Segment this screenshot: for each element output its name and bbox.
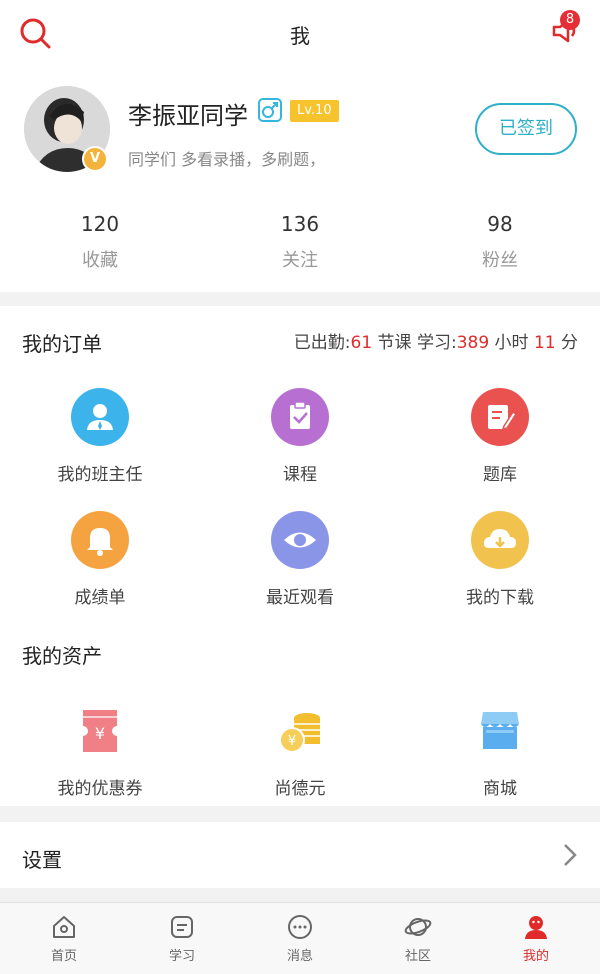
grid-item-class-teacher[interactable]: 我的班主任 bbox=[0, 388, 200, 485]
attendance-sessions: 61 bbox=[350, 333, 373, 353]
orders-title: 我的订单 bbox=[22, 332, 102, 356]
grid-item-transcript[interactable]: 成绩单 bbox=[0, 511, 200, 608]
eye-icon bbox=[271, 511, 329, 569]
stat-label: 收藏 bbox=[82, 250, 118, 271]
grid-item-label: 题库 bbox=[483, 465, 517, 485]
study-icon bbox=[171, 916, 193, 938]
checkin-button[interactable]: 已签到 bbox=[475, 103, 577, 155]
grid-item-label: 尚德元 bbox=[274, 779, 326, 799]
stat-following[interactable]: 136 关注 bbox=[200, 212, 400, 272]
svg-text:¥: ¥ bbox=[288, 734, 296, 749]
bell-icon bbox=[71, 511, 129, 569]
tab-me[interactable]: 我的 bbox=[476, 913, 596, 964]
edit-icon bbox=[471, 388, 529, 446]
profile-card: V 李振亚同学 Lv.10 同学们 多看录播，多刷题， 已签到 120 收藏 1… bbox=[0, 66, 600, 292]
grid-item-courses[interactable]: 课程 bbox=[200, 388, 400, 485]
coupon-icon: ¥ bbox=[71, 702, 129, 760]
tab-label: 我的 bbox=[522, 949, 549, 964]
grid-item-shangde-coins[interactable]: ¥ 尚德元 bbox=[200, 702, 400, 799]
page-title: 我 bbox=[290, 24, 310, 48]
assets-title: 我的资产 bbox=[22, 644, 102, 668]
home-icon bbox=[53, 916, 75, 938]
stat-label: 关注 bbox=[282, 250, 318, 271]
tab-community[interactable]: 社区 bbox=[358, 913, 478, 964]
tab-home[interactable]: 首页 bbox=[4, 913, 124, 964]
grid-item-label: 我的下载 bbox=[466, 588, 534, 608]
male-icon bbox=[258, 98, 282, 122]
tab-label: 首页 bbox=[50, 949, 77, 964]
settings-label: 设置 bbox=[22, 848, 62, 872]
attendance-minutes: 11 bbox=[533, 333, 556, 353]
attendance-label: 小时 bbox=[489, 333, 534, 353]
orders-section: 我的订单 已出勤:61 节课 学习:389 小时 11 分 我的班主任 课程 题… bbox=[0, 306, 600, 806]
stat-fans[interactable]: 98 粉丝 bbox=[400, 212, 600, 272]
notification-badge: 8 bbox=[560, 10, 580, 30]
user-motto: 同学们 多看录播，多刷题， bbox=[128, 150, 326, 169]
attendance-hours: 389 bbox=[456, 333, 490, 353]
message-icon bbox=[288, 915, 312, 939]
grid-item-recent-views[interactable]: 最近观看 bbox=[200, 511, 400, 608]
tab-label: 学习 bbox=[168, 949, 195, 964]
tab-label: 社区 bbox=[404, 949, 431, 964]
vip-badge: V bbox=[82, 146, 108, 172]
stat-value: 120 bbox=[80, 212, 120, 236]
stat-value: 98 bbox=[487, 212, 513, 236]
grid-item-question-bank[interactable]: 题库 bbox=[400, 388, 600, 485]
attendance-summary: 已出勤:61 节课 学习:389 小时 11 分 bbox=[294, 328, 578, 353]
stat-favorites[interactable]: 120 收藏 bbox=[0, 212, 200, 272]
attendance-label: 分 bbox=[555, 333, 578, 353]
stats-row: 120 收藏 136 关注 98 粉丝 bbox=[0, 212, 600, 282]
bottom-tab-bar: 首页 学习 消息 社区 我的 bbox=[0, 902, 600, 974]
tab-study[interactable]: 学习 bbox=[122, 913, 242, 964]
tab-label: 消息 bbox=[286, 949, 313, 964]
planet-icon bbox=[404, 918, 432, 936]
grid-item-label: 最近观看 bbox=[266, 588, 334, 608]
teacher-icon bbox=[71, 388, 129, 446]
attendance-label: 节课 学习: bbox=[372, 333, 457, 353]
grid-item-store[interactable]: 商城 bbox=[400, 702, 600, 799]
top-bar: 我 8 bbox=[0, 0, 600, 66]
chevron-right-icon bbox=[564, 844, 577, 866]
coins-icon: ¥ bbox=[271, 702, 329, 760]
stat-value: 136 bbox=[280, 212, 320, 236]
grid-item-label: 我的优惠券 bbox=[57, 779, 143, 799]
grid-item-downloads[interactable]: 我的下载 bbox=[400, 511, 600, 608]
profile-icon bbox=[525, 916, 547, 939]
attendance-label: 已出勤: bbox=[293, 333, 351, 353]
grid-item-label: 成绩单 bbox=[74, 588, 126, 608]
clipboard-check-icon bbox=[271, 388, 329, 446]
settings-row[interactable]: 设置 bbox=[0, 822, 600, 888]
store-icon bbox=[471, 702, 529, 760]
level-badge: Lv.10 bbox=[290, 100, 339, 122]
svg-text:¥: ¥ bbox=[95, 724, 105, 743]
cloud-download-icon bbox=[471, 511, 529, 569]
user-name: 李振亚同学 bbox=[128, 102, 248, 130]
stat-label: 粉丝 bbox=[482, 250, 518, 271]
grid-item-label: 课程 bbox=[283, 465, 317, 485]
grid-item-label: 我的班主任 bbox=[57, 465, 143, 485]
tab-messages[interactable]: 消息 bbox=[240, 913, 360, 964]
grid-item-coupons[interactable]: ¥ 我的优惠券 bbox=[0, 702, 200, 799]
grid-item-label: 商城 bbox=[483, 779, 517, 799]
